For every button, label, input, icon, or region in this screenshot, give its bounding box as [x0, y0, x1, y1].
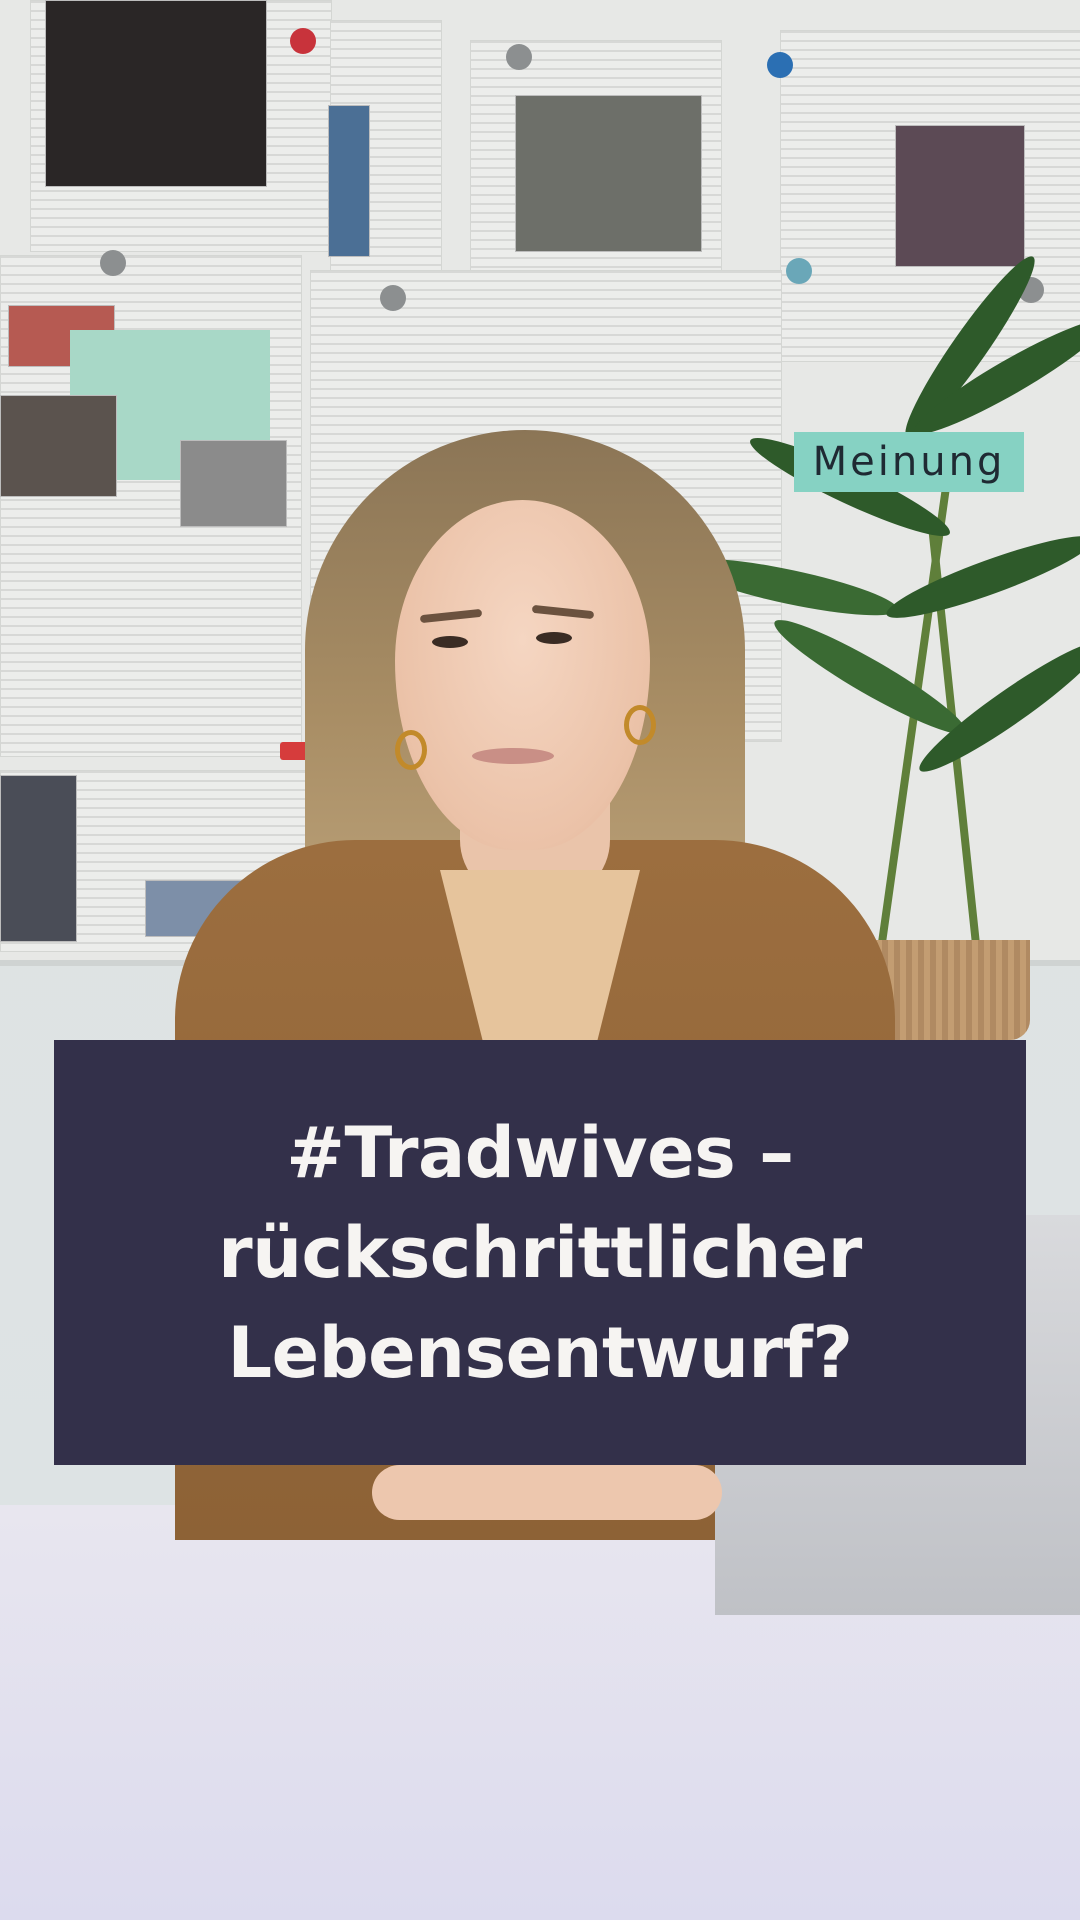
headline-panel: #Tradwives – rückschrittlicher Lebensent… [54, 1040, 1026, 1465]
headline-line-1: #Tradwives – [286, 1111, 794, 1194]
video-frame[interactable]: Meinung #Tradwives – rückschrittlicher L… [0, 0, 1080, 1920]
background-scene [0, 0, 1080, 1920]
category-badge: Meinung [794, 432, 1024, 492]
hands [372, 1465, 722, 1520]
headline-line-2: rückschrittlicher [218, 1211, 862, 1294]
headline: #Tradwives – rückschrittlicher Lebensent… [218, 1103, 862, 1403]
category-label: Meinung [812, 439, 1006, 485]
headline-line-3: Lebensentwurf? [227, 1311, 853, 1394]
